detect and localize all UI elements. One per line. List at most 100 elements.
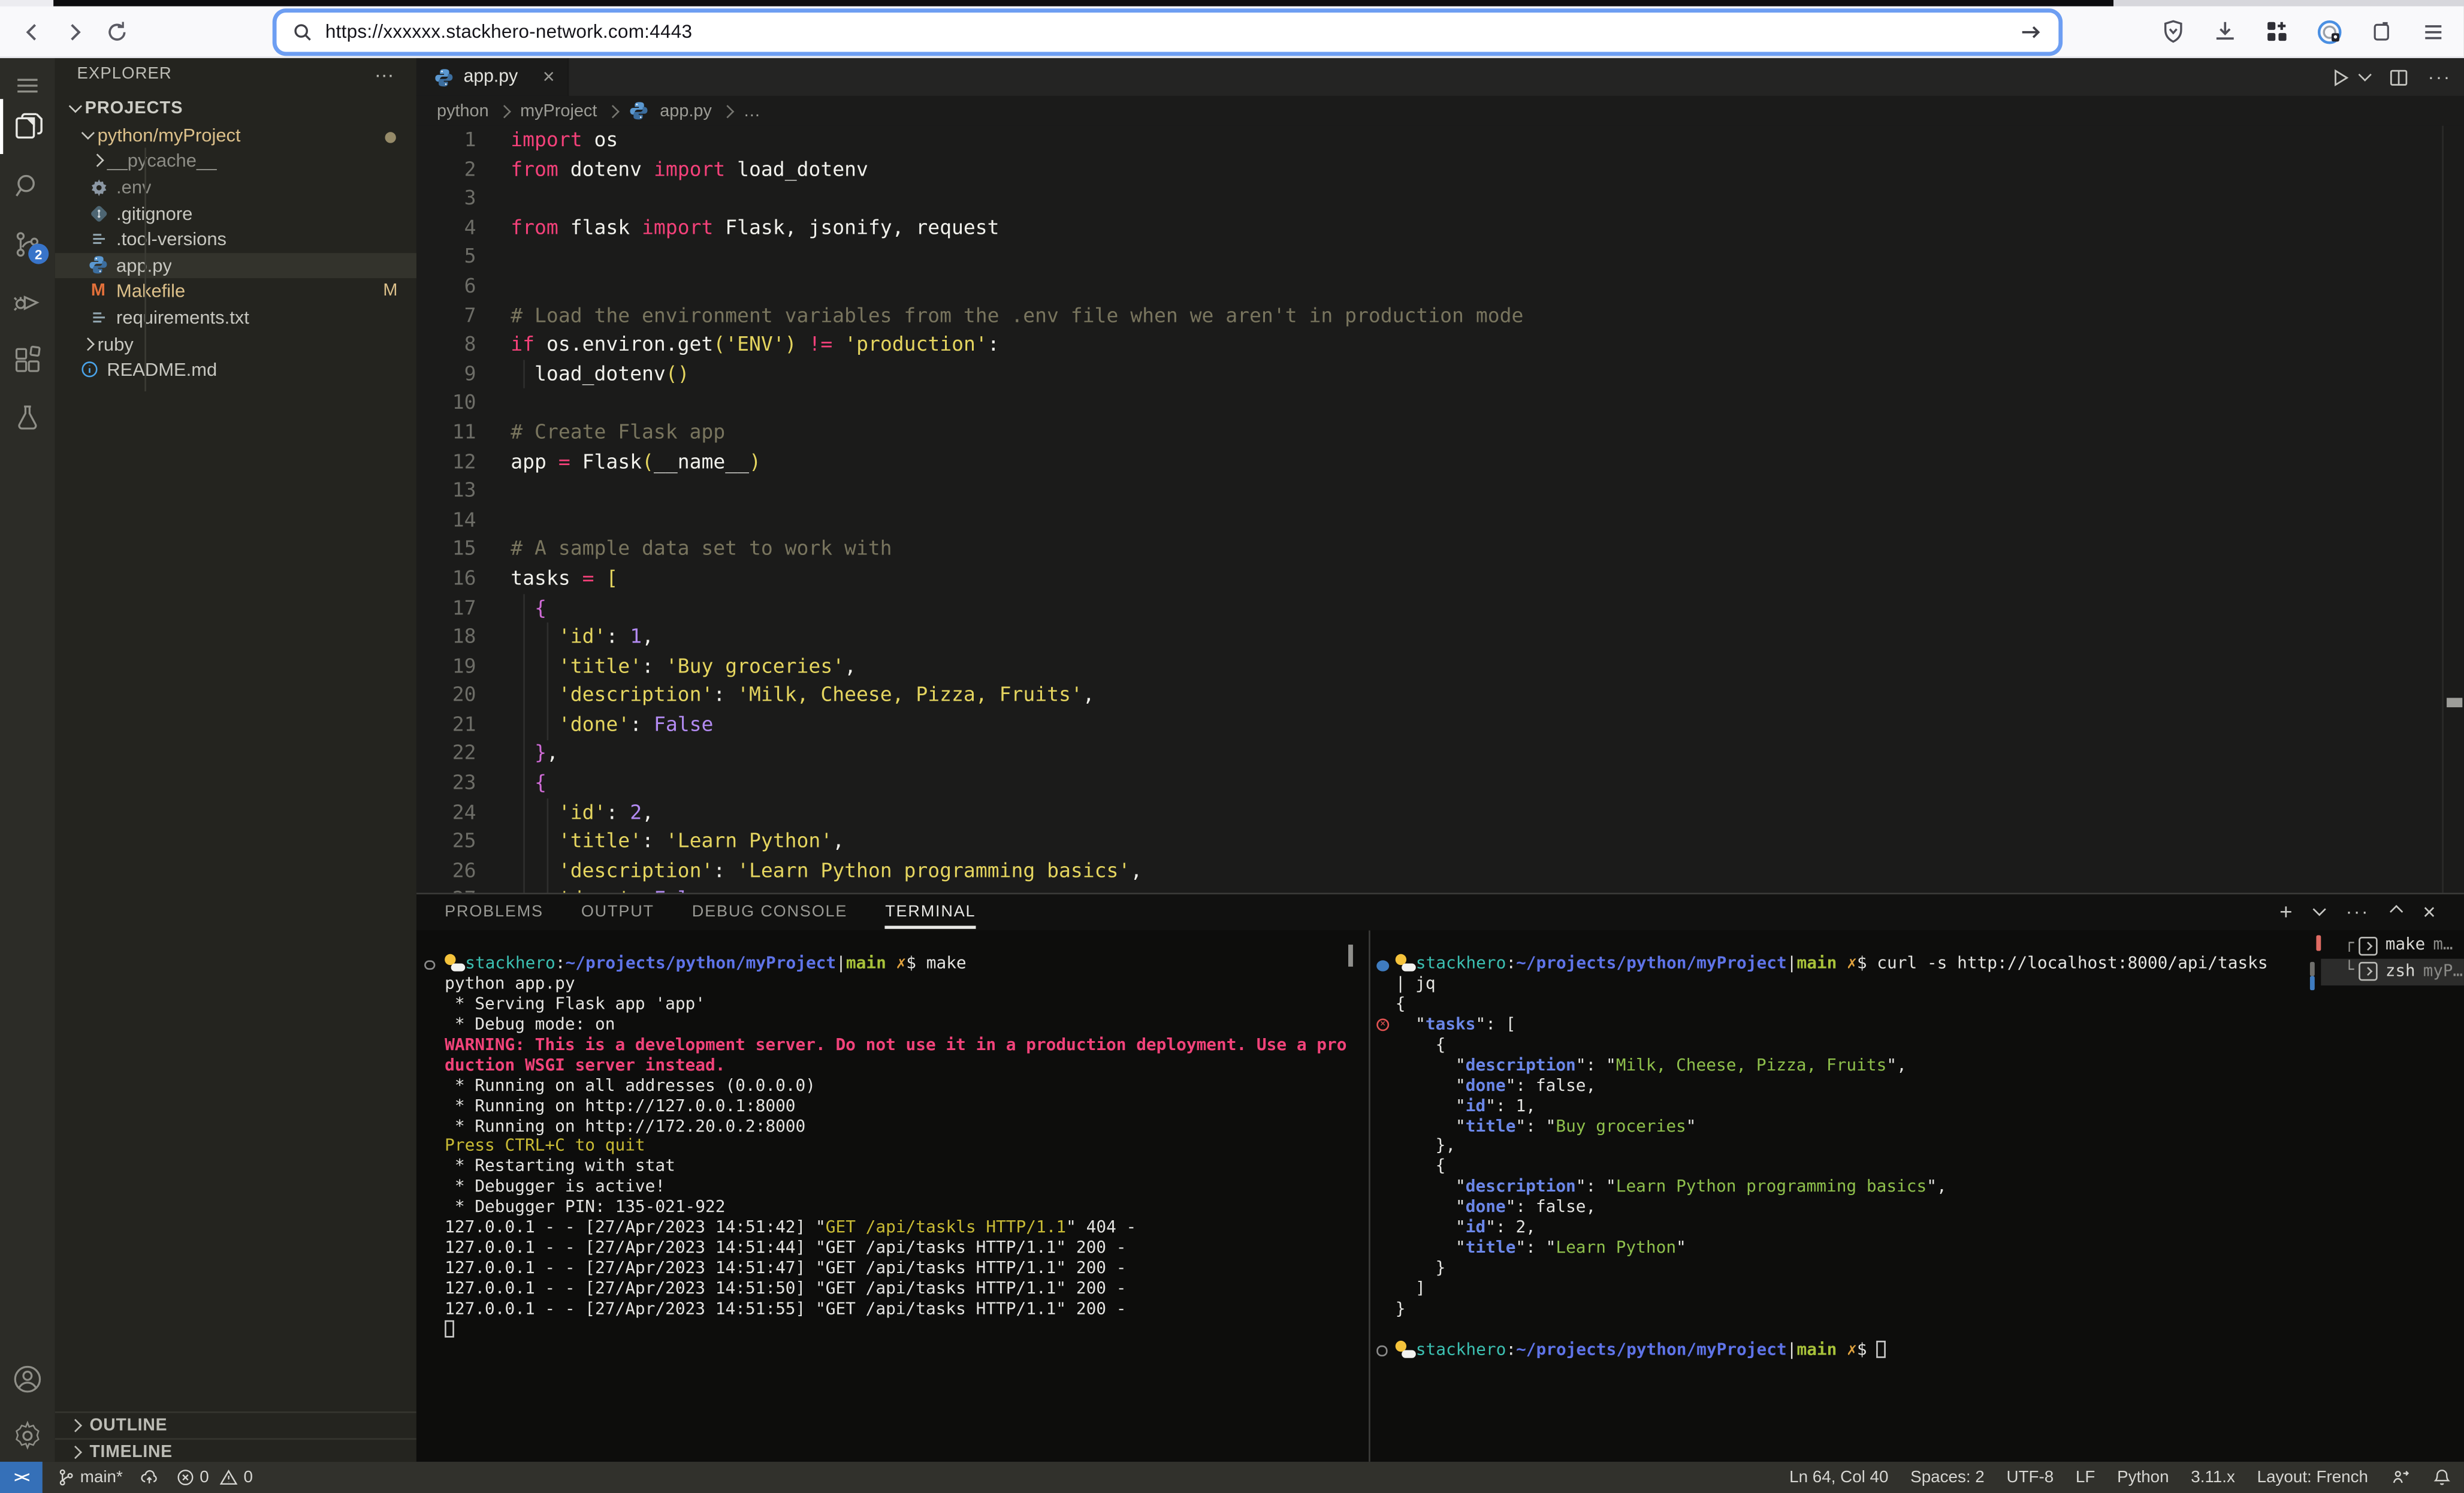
code-line-25[interactable]: 25 'title': 'Learn Python', bbox=[416, 827, 2444, 856]
terminal-zsh[interactable]: stackhero:~/projects/python/myProject|ma… bbox=[1375, 954, 2302, 1361]
terminal-area[interactable]: stackhero:~/projects/python/myProject|ma… bbox=[416, 930, 2464, 1461]
sidebar-item-search[interactable] bbox=[0, 159, 55, 214]
code-line-3[interactable]: 3 bbox=[416, 184, 2444, 213]
grid-extension-icon[interactable] bbox=[2261, 16, 2293, 47]
code-line-19[interactable]: 19 'title': 'Buy groceries', bbox=[416, 652, 2444, 681]
account-icon[interactable] bbox=[0, 1352, 55, 1407]
terminal-dropdown-icon[interactable] bbox=[2312, 903, 2326, 916]
breadcrumb-item[interactable]: … bbox=[743, 101, 760, 120]
status-utf-8[interactable]: UTF-8 bbox=[2006, 1468, 2054, 1486]
reload-icon[interactable] bbox=[101, 16, 134, 49]
file-row-requirements-txt[interactable]: requirements.txt bbox=[55, 304, 416, 331]
close-panel-icon[interactable]: × bbox=[2423, 899, 2435, 924]
code-line-11[interactable]: 11# Create Flask app bbox=[416, 418, 2444, 447]
onepassword-icon[interactable] bbox=[2313, 16, 2344, 47]
branch-status[interactable]: main* bbox=[56, 1468, 122, 1486]
panel-tab-debug-console[interactable]: DEBUG CONSOLE bbox=[692, 903, 847, 921]
editor-more-icon[interactable]: ··· bbox=[2428, 66, 2451, 88]
code-line-6[interactable]: 6 bbox=[416, 272, 2444, 301]
sync-status[interactable] bbox=[140, 1468, 159, 1486]
code-line-10[interactable]: 10 bbox=[416, 389, 2444, 418]
remote-indicator[interactable]: >< bbox=[0, 1462, 43, 1493]
code-line-24[interactable]: 24 'id': 2, bbox=[416, 798, 2444, 827]
close-icon[interactable]: × bbox=[543, 69, 555, 85]
editor-overview-ruler[interactable] bbox=[2442, 126, 2464, 893]
url-text[interactable]: https://xxxxxx.stackhero-network.com:444… bbox=[325, 20, 692, 43]
gear-icon[interactable] bbox=[0, 1408, 55, 1464]
file-row--tool-versions[interactable]: .tool-versions bbox=[55, 227, 416, 253]
sidebar-item-extensions[interactable] bbox=[0, 333, 55, 388]
code-line-20[interactable]: 20 'description': 'Milk, Cheese, Pizza, … bbox=[416, 681, 2444, 710]
code-line-22[interactable]: 22 }, bbox=[416, 740, 2444, 769]
file-row-ruby[interactable]: ruby bbox=[55, 331, 416, 357]
code-line-23[interactable]: 23 { bbox=[416, 769, 2444, 798]
split-editor-icon[interactable] bbox=[2388, 67, 2409, 87]
code-line-16[interactable]: 16tasks = [ bbox=[416, 564, 2444, 593]
sidebar-item-explorer[interactable] bbox=[0, 99, 55, 154]
status-python[interactable]: Python bbox=[2117, 1468, 2169, 1486]
bell-icon[interactable] bbox=[2432, 1468, 2451, 1486]
problems-status[interactable]: 0 0 bbox=[176, 1468, 253, 1486]
maximize-panel-icon[interactable] bbox=[2390, 905, 2403, 918]
breadcrumb-item[interactable]: myProject bbox=[520, 101, 597, 120]
sidebar-section-outline[interactable]: OUTLINE bbox=[55, 1411, 416, 1439]
file-row--gitignore[interactable]: .gitignore bbox=[55, 200, 416, 227]
panel-tab-output[interactable]: OUTPUT bbox=[581, 903, 654, 921]
sidebar-extension-icon[interactable] bbox=[2365, 16, 2396, 47]
download-icon[interactable] bbox=[2209, 16, 2240, 47]
url-bar[interactable]: https://xxxxxx.stackhero-network.com:444… bbox=[277, 12, 2059, 52]
file-row-python-myproject[interactable]: python/myProject bbox=[55, 122, 416, 148]
status-ln[interactable]: Ln 64, Col 40 bbox=[1789, 1468, 1888, 1486]
terminal-scrollbar-thumb[interactable] bbox=[1348, 945, 1353, 967]
panel-tab-terminal[interactable]: TERMINAL bbox=[885, 903, 976, 921]
command-error-icon[interactable]: × bbox=[1376, 1019, 1389, 1031]
panel-more-icon[interactable]: ··· bbox=[2346, 901, 2369, 923]
status-3.11.x[interactable]: 3.11.x bbox=[2191, 1468, 2235, 1486]
file-row-readme-md[interactable]: README.md bbox=[55, 357, 416, 383]
run-button[interactable] bbox=[2330, 67, 2351, 87]
code-line-4[interactable]: 4from flask import Flask, jsonify, reque… bbox=[416, 213, 2444, 243]
scrollbar-thumb[interactable] bbox=[2447, 698, 2462, 707]
sidebar-more-icon[interactable]: … bbox=[374, 58, 394, 82]
file-row-makefile[interactable]: MMakefileM bbox=[55, 279, 416, 305]
new-terminal-icon[interactable]: + bbox=[2279, 899, 2292, 924]
sidebar-item-testing[interactable] bbox=[0, 391, 55, 447]
code-line-26[interactable]: 26 'description': 'Learn Python programm… bbox=[416, 856, 2444, 886]
code-line-8[interactable]: 8if os.environ.get('ENV') != 'production… bbox=[416, 330, 2444, 360]
code-line-27[interactable]: 27 'done': False bbox=[416, 886, 2444, 893]
terminal-split-divider[interactable] bbox=[1369, 930, 1370, 1461]
code-line-14[interactable]: 14 bbox=[416, 506, 2444, 535]
terminal-make[interactable]: stackhero:~/projects/python/myProject|ma… bbox=[416, 954, 1363, 1341]
code-line-1[interactable]: 1import os bbox=[416, 126, 2444, 155]
status-lf[interactable]: LF bbox=[2076, 1468, 2095, 1486]
code-line-9[interactable]: 9 load_dotenv() bbox=[416, 360, 2444, 389]
code-line-18[interactable]: 18 'id': 1, bbox=[416, 623, 2444, 652]
code-line-12[interactable]: 12app = Flask(__name__) bbox=[416, 447, 2444, 476]
code-line-13[interactable]: 13 bbox=[416, 476, 2444, 506]
forward-icon[interactable] bbox=[58, 16, 91, 49]
panel-tab-problems[interactable]: PROBLEMS bbox=[445, 903, 543, 921]
command-running-icon[interactable] bbox=[424, 960, 434, 970]
code-line-21[interactable]: 21 'done': False bbox=[416, 710, 2444, 740]
menu-icon[interactable] bbox=[2417, 16, 2448, 47]
go-arrow-icon[interactable] bbox=[2019, 20, 2043, 43]
status-layout[interactable]: Layout: French bbox=[2257, 1468, 2368, 1486]
code-editor[interactable]: 1import os2from dotenv import load_doten… bbox=[416, 126, 2444, 893]
sidebar-item-run-debug[interactable] bbox=[0, 275, 55, 330]
back-icon[interactable] bbox=[16, 16, 49, 49]
code-line-5[interactable]: 5 bbox=[416, 243, 2444, 272]
code-line-7[interactable]: 7# Load the environment variables from t… bbox=[416, 301, 2444, 330]
run-dropdown-icon[interactable] bbox=[2359, 68, 2372, 82]
sidebar-item-source-control[interactable]: 2 bbox=[0, 217, 55, 272]
code-line-17[interactable]: 17 { bbox=[416, 593, 2444, 623]
file-row-app-py[interactable]: app.py bbox=[55, 252, 416, 279]
feedback-icon[interactable] bbox=[2390, 1468, 2411, 1486]
command-running-icon[interactable] bbox=[1376, 1346, 1387, 1356]
breadcrumb-item[interactable]: app.py bbox=[660, 101, 712, 120]
file-row--env[interactable]: .env bbox=[55, 174, 416, 201]
breadcrumb-item[interactable]: python bbox=[437, 101, 489, 120]
tree-section-projects[interactable]: PROJECTS bbox=[55, 96, 416, 122]
sidebar-section-timeline[interactable]: TIMELINE bbox=[55, 1437, 416, 1465]
code-line-2[interactable]: 2from dotenv import load_dotenv bbox=[416, 155, 2444, 185]
code-line-15[interactable]: 15# A sample data set to work with bbox=[416, 535, 2444, 564]
